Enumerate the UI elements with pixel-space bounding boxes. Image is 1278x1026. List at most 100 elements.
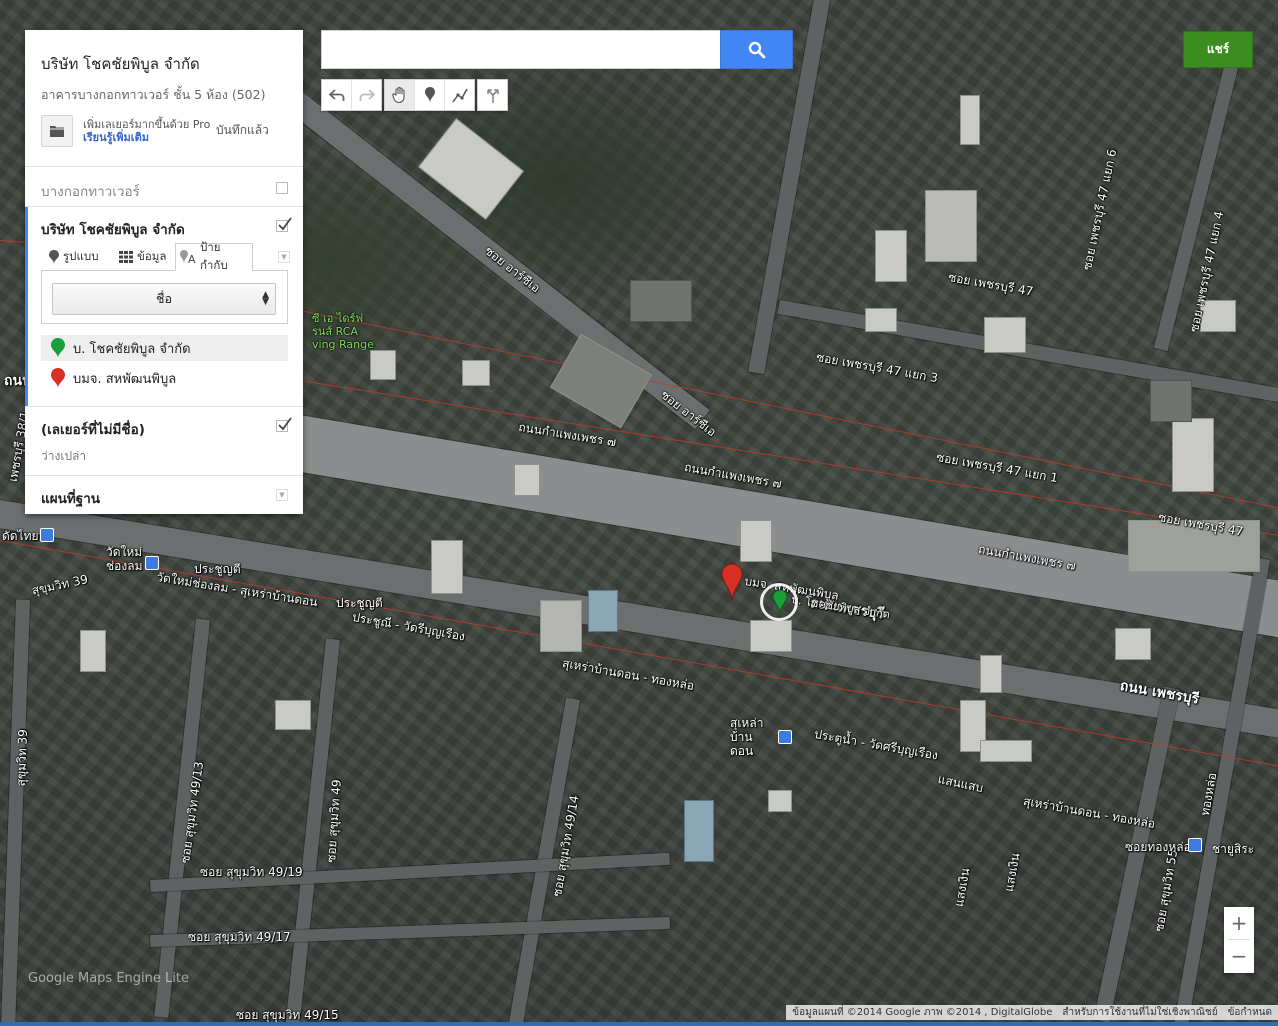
selected-layer-indicator [25,207,28,406]
layer-title[interactable]: บริษัท โชคชัยพิบูล จำกัด [41,218,185,240]
divider [25,166,303,167]
zoom-in-button[interactable]: + [1224,907,1254,939]
label-field-select[interactable]: ชื่อ ▲ ▼ [52,283,276,315]
layer-visibility-checkbox[interactable] [276,182,288,194]
map-label: สุเหล่า บ้านดอน [730,716,764,758]
learn-more-link[interactable]: เรียนรู้เพิ่มเติม [83,131,210,144]
base-map-dropdown[interactable]: ▼ [276,489,288,501]
map-label: ซอย เพชรบุรี 47 แยก 1 [935,449,1060,486]
tab-labels[interactable]: A ป้ายกำกับ [175,240,253,272]
building [1115,628,1151,660]
place-name: บมจ. สหพัฒนพิบูล [73,371,177,387]
layer-title[interactable]: บางกอกทาวเวอร์ [41,180,140,202]
road-soi-39 [0,599,30,1026]
tab-style[interactable]: รูปแบบ [45,243,105,271]
grid-icon [119,251,133,263]
add-marker-button[interactable] [415,80,445,110]
place-item[interactable]: บมจ. สหพัฒนพิบูล [41,365,288,391]
map-label: แสนแสบ [936,771,985,796]
share-button[interactable]: แชร์ [1183,31,1253,68]
map-label: ซอย สุขุมวิท 55 [1151,848,1181,933]
building [80,630,106,672]
building [275,700,311,730]
marker-icon [424,87,435,103]
terms-link[interactable]: สำหรับการใช้งานที่ไม่ใช่เชิงพาณิชย์ [1062,1005,1217,1020]
directions-button[interactable] [478,80,507,110]
draw-tools-group [384,79,475,111]
building [768,790,792,812]
undo-button[interactable] [322,80,352,110]
tab-data[interactable]: ข้อมูล [115,243,173,271]
transit-icon [778,730,792,744]
layer-title[interactable]: (เลเยอร์ที่ไม่มีชื่อ) [41,418,145,440]
red-pin-icon [51,368,65,388]
building [875,230,907,282]
building [740,520,772,562]
map-footer: ข้อมูลแผนที่ ©2014 Google ภาพ ©2014 , Di… [786,1005,1278,1020]
folder-button[interactable] [41,115,73,147]
map-toolbar [321,79,508,111]
map-label: แสงเงิน [1001,851,1023,893]
base-map-title[interactable]: แผนที่ฐาน [41,487,100,509]
building [431,540,463,594]
building [1172,418,1214,492]
building [925,190,977,262]
map-label: ประชูญตี [194,562,241,576]
rca-driving-range-poi[interactable]: ซี เอ ไดร์ฟ รนส์ RCA ving Range [312,312,374,351]
zoom-out-button[interactable]: − [1224,940,1254,972]
search-button[interactable] [720,30,793,69]
divider [25,475,303,476]
green-pin-icon [51,338,65,358]
building [960,95,980,145]
map-title[interactable]: บริษัท โชคชัยพิบูล จำกัด [41,52,200,76]
style-pin-icon [49,250,59,264]
checkmark-icon [278,417,292,431]
layer-visibility-checkbox[interactable] [276,217,292,232]
maps-engine-watermark: Google Maps Engine Lite [28,971,189,986]
pan-tool-button[interactable] [385,80,415,110]
map-label: ประตูน้ำ - วัดศรีบุญเรือง [813,726,939,763]
draw-line-button[interactable] [445,80,474,110]
transit-icon [1188,838,1202,852]
search-icon [748,41,765,58]
directions-icon [486,89,499,103]
building [462,360,490,386]
redo-icon [359,89,375,101]
map-label: แสงเงิน [951,866,973,908]
map-label: ซอยทองหล่อ [1125,840,1191,854]
building [980,740,1032,762]
layer-visibility-checkbox[interactable] [276,417,292,432]
saved-status: บันทึกแล้ว [216,123,269,137]
building [750,620,792,652]
search-input[interactable] [321,30,721,69]
green-map-pin-icon[interactable] [772,589,788,615]
line-icon [451,88,468,103]
place-item[interactable]: บ. โชคชัยพิบูล จำกัด [41,335,288,361]
svg-text:A: A [188,253,196,264]
directions-group [477,79,508,111]
building [984,317,1026,353]
building [549,333,653,429]
transit-icon [145,556,159,570]
transit-icon [40,528,54,542]
map-label: ซอย เพชรบุรี 47 [947,269,1035,299]
map-label: วัดใหม่ ช่องลม [106,545,143,573]
map-label: ซอย เพชรบุรี 47 แยก 6 [1079,147,1120,272]
building [980,655,1002,693]
building [684,800,714,862]
layer-options-dropdown[interactable]: ▼ [278,251,290,263]
tab-style-label: รูปแบบ [63,249,99,263]
map-label: ซอย สุขุมวิท 49/17 [188,930,291,944]
red-map-pin-icon[interactable] [721,563,743,603]
map-description[interactable]: อาคารบางกอกทาวเวอร์ ชั้น 5 ห้อง (502) [41,85,265,105]
label-field-value: ชื่อ [156,291,172,306]
map-label: ซอย สุขุมวิท 49/19 [200,865,303,879]
checkmark-icon [278,217,292,231]
map-label: ชายูสิระ [1212,842,1255,856]
conditions-link[interactable]: ข้อกำหนด [1228,1005,1272,1020]
map-label: สุขุมวิท 39 [30,572,90,598]
folder-icon [50,126,64,137]
layer-empty-text: ว่างเปล่า [41,449,87,463]
layers-panel: บริษัท โชคชัยพิบูล จำกัด อาคารบางกอกทาวเ… [25,30,303,514]
redo-button[interactable] [352,80,381,110]
